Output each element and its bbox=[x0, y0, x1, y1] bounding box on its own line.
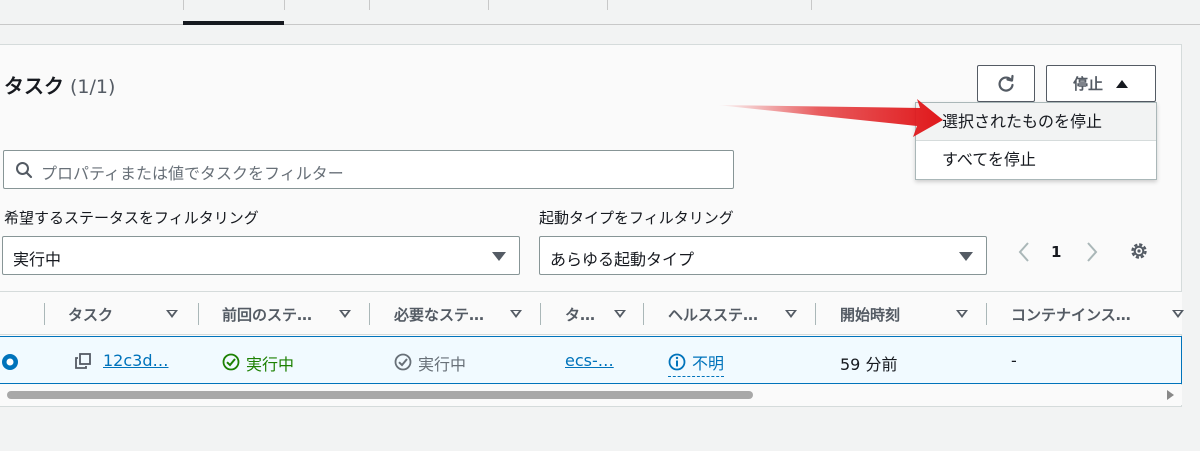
success-check-icon bbox=[222, 353, 240, 371]
page-title: タスク (1/1) bbox=[4, 70, 115, 99]
settings-gear-icon[interactable] bbox=[1129, 241, 1149, 261]
started-at-value: 59 分前 bbox=[840, 355, 898, 374]
column-header-container-instance[interactable]: コンテナインス… bbox=[1011, 304, 1131, 325]
launch-type-select[interactable]: あらゆる起動タイプ bbox=[539, 236, 987, 275]
row-radio-selected[interactable] bbox=[0, 352, 20, 372]
launch-type-filter-label: 起動タイプをフィルタリング bbox=[539, 209, 734, 227]
status-filter-label: 希望するステータスをフィルタリング bbox=[4, 209, 259, 227]
column-header-health-status[interactable]: ヘルスステ… bbox=[668, 304, 758, 325]
previous-page-icon[interactable] bbox=[1017, 241, 1031, 263]
column-header-task-definition[interactable]: タ… bbox=[565, 304, 595, 325]
tab-divider bbox=[811, 0, 812, 10]
horizontal-scrollbar[interactable] bbox=[0, 385, 1182, 405]
stop-dropdown-menu: 選択されたものを停止 すべてを停止 bbox=[915, 102, 1157, 180]
sort-icon[interactable] bbox=[339, 310, 351, 318]
task-count: (1/1) bbox=[70, 76, 116, 98]
container-instance-value: - bbox=[1011, 351, 1017, 370]
task-definition-link[interactable]: ecs-… bbox=[565, 351, 614, 370]
refresh-icon bbox=[998, 74, 1014, 92]
health-status-value: 不明 bbox=[692, 354, 725, 373]
current-page-number[interactable]: 1 bbox=[1051, 243, 1061, 261]
tab-divider bbox=[284, 0, 285, 10]
column-header-started-at[interactable]: 開始時刻 bbox=[840, 304, 900, 325]
health-status[interactable]: 不明 bbox=[668, 350, 725, 377]
status-filter-select[interactable]: 実行中 bbox=[2, 236, 520, 275]
tab-divider bbox=[183, 0, 184, 10]
tab-divider bbox=[607, 0, 608, 10]
stop-button-label: 停止 bbox=[1072, 75, 1103, 93]
column-separator bbox=[986, 303, 987, 325]
caret-up-icon bbox=[1116, 79, 1128, 88]
launch-type-value: あらゆる起動タイプ bbox=[550, 250, 695, 269]
column-separator bbox=[44, 303, 45, 325]
active-tab-indicator bbox=[183, 21, 284, 25]
caret-down-icon bbox=[492, 252, 506, 261]
info-icon bbox=[668, 353, 686, 371]
task-id-link[interactable]: 12c3d… bbox=[103, 351, 169, 370]
refresh-button[interactable] bbox=[977, 65, 1035, 102]
section-title: タスク bbox=[4, 74, 64, 98]
column-separator bbox=[540, 303, 541, 325]
caret-down-icon bbox=[959, 252, 973, 261]
status-filter-value: 実行中 bbox=[13, 250, 62, 269]
table-header: タスク 前回のステ… 必要なステ… タ… ヘルスステ… 開始時刻 コンテナインス… bbox=[0, 291, 1184, 335]
menu-item-stop-selected[interactable]: 選択されたものを停止 bbox=[916, 103, 1156, 141]
copy-icon[interactable] bbox=[75, 353, 91, 369]
check-circle-icon bbox=[394, 353, 412, 371]
sort-icon[interactable] bbox=[785, 310, 797, 318]
sort-icon[interactable] bbox=[1172, 310, 1184, 318]
sort-icon[interactable] bbox=[956, 310, 968, 318]
sort-icon[interactable] bbox=[510, 310, 522, 318]
next-page-icon[interactable] bbox=[1085, 241, 1099, 263]
sort-icon[interactable] bbox=[614, 310, 626, 318]
column-separator bbox=[198, 303, 199, 325]
table-row[interactable]: 12c3d… 実行中 実行中 ecs-… 不明 59 分前 - bbox=[0, 336, 1182, 384]
column-header-last-status[interactable]: 前回のステ… bbox=[222, 304, 312, 325]
desired-status-value: 実行中 bbox=[418, 355, 467, 374]
tab-divider bbox=[369, 0, 370, 10]
last-status-value: 実行中 bbox=[246, 355, 295, 374]
menu-item-stop-all[interactable]: すべてを停止 bbox=[916, 141, 1156, 179]
column-header-desired-status[interactable]: 必要なステ… bbox=[394, 304, 484, 325]
column-separator bbox=[815, 303, 816, 325]
search-icon bbox=[16, 162, 33, 179]
scroll-right-arrow-icon[interactable] bbox=[1167, 390, 1174, 400]
sort-icon[interactable] bbox=[166, 310, 178, 318]
scrollbar-thumb[interactable] bbox=[7, 391, 753, 399]
task-filter-search[interactable]: プロパティまたは値でタスクをフィルター bbox=[3, 150, 734, 189]
tab-divider bbox=[488, 0, 489, 10]
tab-strip bbox=[0, 0, 1200, 25]
column-separator bbox=[643, 303, 644, 325]
search-placeholder: プロパティまたは値でタスクをフィルター bbox=[41, 164, 344, 183]
column-separator bbox=[369, 303, 370, 325]
column-header-task[interactable]: タスク bbox=[68, 304, 113, 325]
stop-button[interactable]: 停止 bbox=[1046, 65, 1156, 102]
annotation-arrow-icon bbox=[717, 99, 943, 137]
